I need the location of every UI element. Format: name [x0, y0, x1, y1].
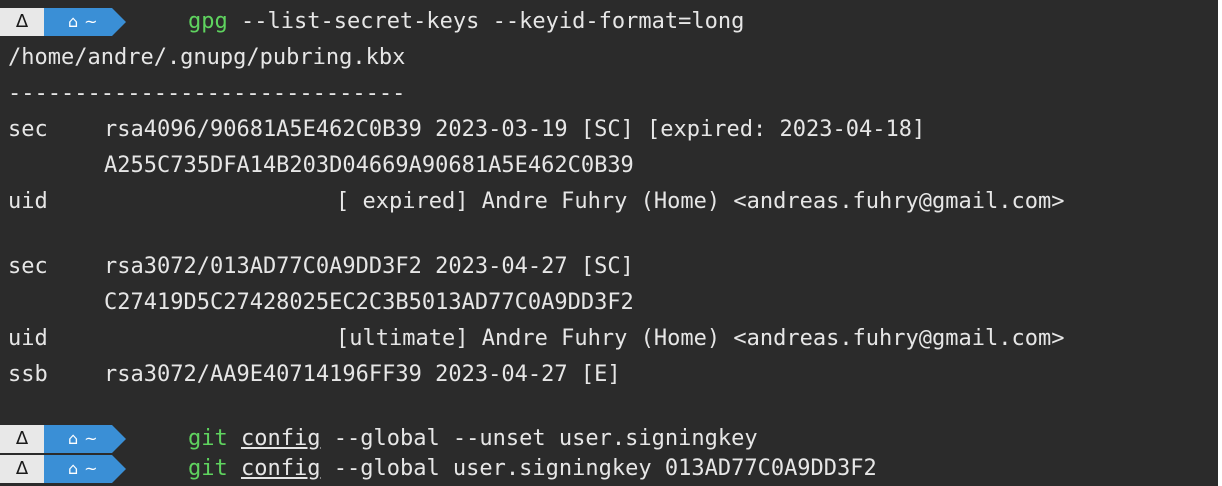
command-program: git: [188, 456, 228, 481]
prompt-2: Δ ⌂ ~: [0, 425, 126, 453]
uid-details: [ expired] Andre Fuhry (Home) <andreas.f…: [336, 189, 1065, 214]
directory-segment: ⌂ ~: [44, 455, 126, 483]
home-icon: ⌂: [68, 429, 79, 448]
home-icon: ⌂: [68, 459, 79, 478]
sec-details: rsa4096/90681A5E462C0B39 2023-03-19 [SC]…: [104, 117, 926, 142]
command-line-2: git config --global --unset user.signing…: [188, 425, 758, 453]
sec-details: rsa3072/013AD77C0A9DD3F2 2023-04-27 [SC]: [104, 254, 634, 279]
ssb-tag: ssb: [8, 362, 48, 387]
linux-icon: Δ: [15, 458, 29, 479]
key1-fingerprint-row: A255C735DFA14B203D04669A90681A5E462C0B39: [8, 150, 634, 182]
fingerprint: C27419D5C27428025EC2C3B5013AD77C0A9DD3F2: [104, 290, 634, 315]
key1-uid-row: uid [ expired] Andre Fuhry (Home) <andrea…: [8, 186, 1064, 218]
command-line-3: git config --global user.signingkey 013A…: [188, 455, 877, 483]
uid-tag: uid: [8, 326, 48, 351]
command-subcommand: config: [241, 426, 321, 451]
sec-tag: sec: [8, 117, 48, 142]
ssb-details: rsa3072/AA9E40714196FF39 2023-04-27 [E]: [104, 362, 621, 387]
key2-uid-row: uid [ultimate] Andre Fuhry (Home) <andrea…: [8, 323, 1064, 355]
prompt-3: Δ ⌂ ~: [0, 455, 126, 483]
linux-icon: Δ: [15, 11, 29, 32]
separator-line: ------------------------------: [8, 81, 406, 106]
key1-sec-row: sec rsa4096/90681A5E462C0B39 2023-03-19 […: [8, 114, 925, 146]
uid-tag: uid: [8, 189, 48, 214]
command-args: --list-secret-keys --keyid-format=long: [227, 9, 745, 34]
directory-segment: ⌂ ~: [44, 8, 126, 36]
command-args: --global --unset user.signingkey: [320, 426, 758, 451]
command-line-1: gpg --list-secret-keys --keyid-format=lo…: [188, 8, 744, 36]
key2-sec-row: sec rsa3072/013AD77C0A9DD3F2 2023-04-27 […: [8, 251, 634, 283]
command-args: --global user.signingkey 013AD77C0A9DD3F…: [320, 456, 877, 481]
keyring-path: /home/andre/.gnupg/pubring.kbx: [8, 45, 406, 70]
key2-ssb-row: ssb rsa3072/AA9E40714196FF39 2023-04-27 […: [8, 359, 621, 391]
sec-tag: sec: [8, 254, 48, 279]
prompt-1: Δ ⌂ ~: [0, 8, 126, 36]
directory-text: ~: [84, 459, 98, 478]
fingerprint: A255C735DFA14B203D04669A90681A5E462C0B39: [104, 153, 634, 178]
key2-fingerprint-row: C27419D5C27428025EC2C3B5013AD77C0A9DD3F2: [8, 287, 634, 319]
home-icon: ⌂: [68, 12, 79, 31]
os-segment: Δ: [0, 8, 58, 36]
terminal-window[interactable]: Δ ⌂ ~ gpg --list-secret-keys --keyid-for…: [0, 0, 1218, 486]
directory-text: ~: [84, 429, 98, 448]
command-program: gpg: [188, 9, 228, 34]
linux-icon: Δ: [15, 428, 29, 449]
command-subcommand: config: [241, 456, 321, 481]
command-program: git: [188, 426, 228, 451]
directory-segment: ⌂ ~: [44, 425, 126, 453]
directory-text: ~: [84, 12, 98, 31]
os-segment: Δ: [0, 455, 58, 483]
os-segment: Δ: [0, 425, 58, 453]
uid-details: [ultimate] Andre Fuhry (Home) <andreas.f…: [336, 326, 1065, 351]
